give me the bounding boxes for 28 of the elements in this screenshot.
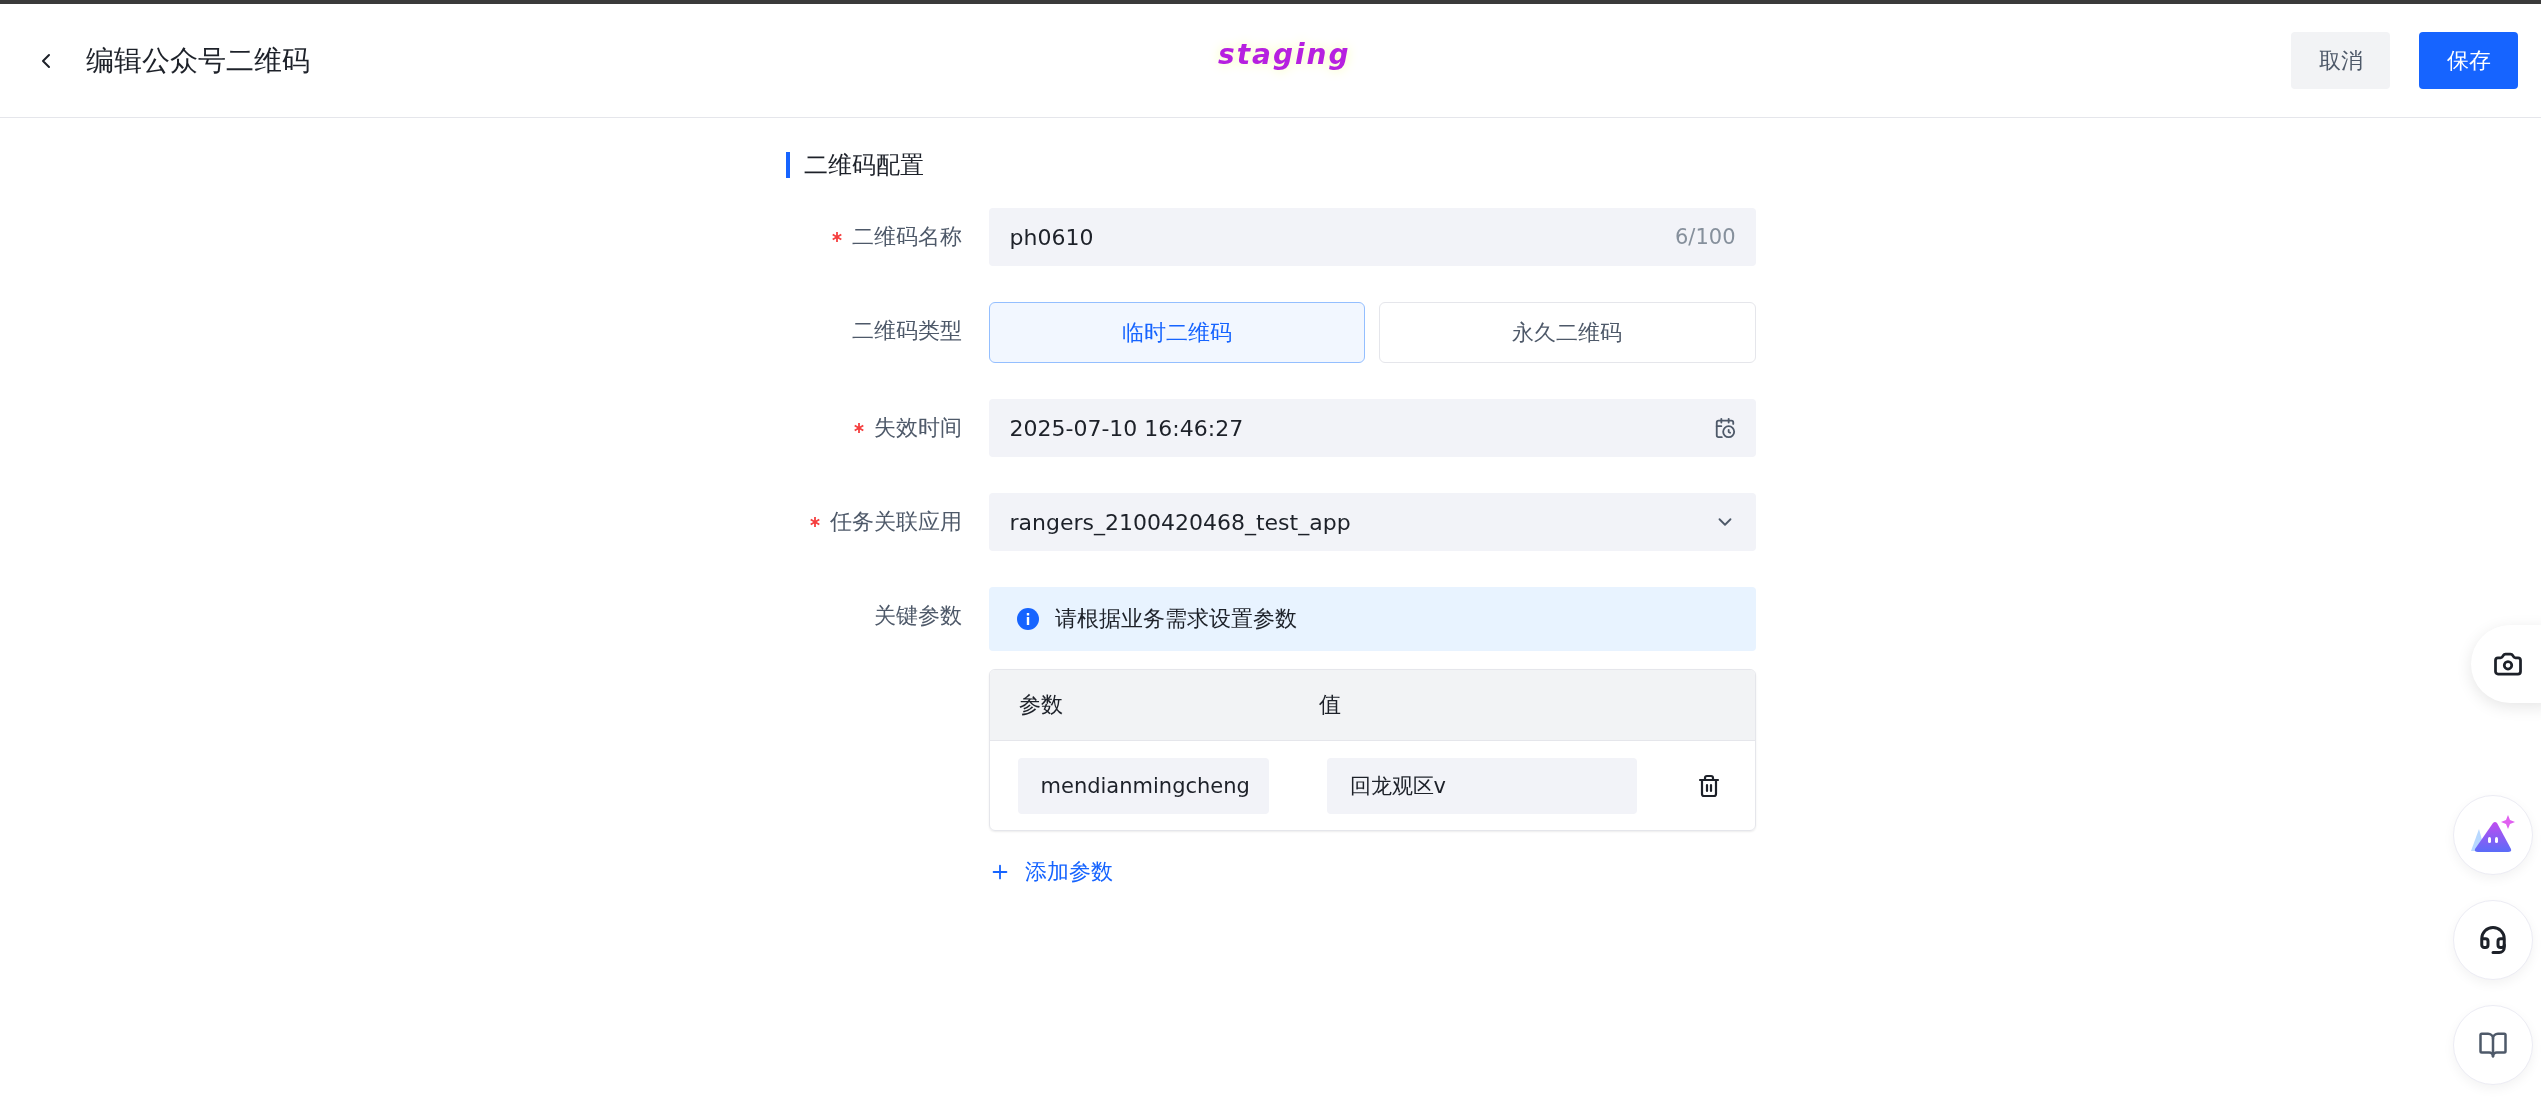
app-select-field[interactable]: rangers_2100420468_test_app [988,493,1756,551]
delete-icon[interactable] [1696,773,1721,798]
section-title: 二维码配置 [785,152,1756,178]
type-option[interactable]: 永久二维码 [1379,302,1756,363]
field-label: 二维码类型 [851,317,962,345]
column-header: 参数 [1018,691,1064,719]
save-button[interactable]: 保存 [2419,32,2518,89]
book-icon [2478,1030,2508,1060]
cancel-button[interactable]: 取消 [2291,32,2390,89]
field-label: 失效时间 [873,414,962,442]
info-icon [1016,608,1039,630]
page-title: 编辑公众号二维码 [86,42,310,79]
param-value-field[interactable]: 回龙观区v [1326,757,1637,814]
mascot-icon [2471,815,2515,855]
field-label: 关键参数 [873,602,962,630]
info-text: 请根据业务需求设置参数 [1054,605,1297,633]
calendar-icon [1713,417,1736,439]
screenshot-button[interactable] [2471,625,2541,703]
name-input-field[interactable]: ph0610 6/100 [988,208,1756,266]
type-option[interactable]: 临时二维码 [988,302,1365,363]
add-param-link[interactable]: 添加参数 [988,857,1113,887]
environment-label: staging [1218,38,1351,71]
column-header: 值 [1318,691,1342,719]
field-label: 二维码名称 [851,223,962,251]
field-label: 任务关联应用 [829,508,962,536]
headset-icon [2478,925,2508,955]
date-picker-field[interactable]: 2025-07-10 16:46:27 [988,399,1756,457]
param-key-field[interactable]: mendianmingcheng [1017,757,1269,814]
